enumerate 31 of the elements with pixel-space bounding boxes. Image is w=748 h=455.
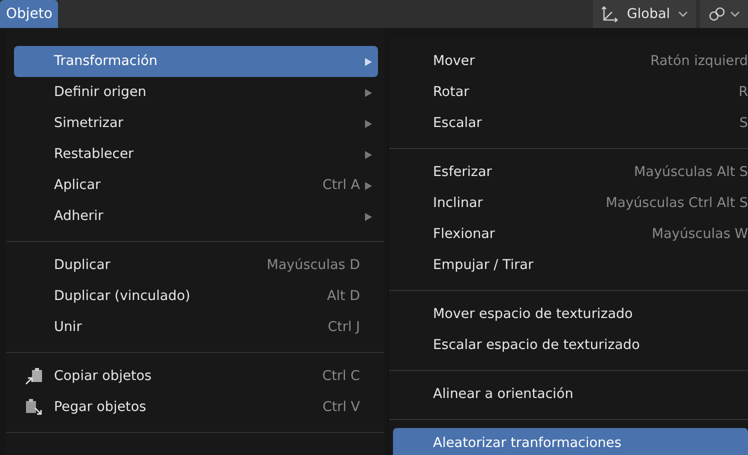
menu-item[interactable]: Transformación — [14, 46, 378, 77]
menu-item[interactable]: Alinear a orientación — [393, 379, 748, 410]
menu-item[interactable]: Copiar objetos Ctrl C — [14, 361, 378, 392]
menu-item[interactable]: Aplicar Ctrl A — [14, 170, 378, 201]
menu-item[interactable]: Rotar R — [393, 77, 748, 108]
menu-item[interactable]: Duplicar Mayúsculas D — [14, 250, 378, 281]
menu-item[interactable]: Pegar objetos Ctrl V — [14, 392, 378, 423]
menu-item[interactable]: Empujar / Tirar — [393, 250, 748, 281]
chevron-down-icon — [678, 10, 688, 18]
menu-item[interactable]: Unir Ctrl J — [14, 312, 378, 343]
menu-item[interactable]: Aleatorizar tranformaciones — [393, 428, 748, 455]
menu-item[interactable]: Inclinar Mayúsculas Ctrl Alt S — [393, 188, 748, 219]
menu-item[interactable]: Escalar espacio de texturizado — [393, 330, 748, 361]
menu-item[interactable]: Mover espacio de texturizado — [393, 299, 748, 330]
orientation-dropdown[interactable]: Global — [592, 0, 696, 28]
paste-icon — [24, 398, 44, 416]
menu-item[interactable]: Mover Ratón izquierd — [393, 46, 748, 77]
axes-icon — [600, 5, 619, 23]
menu-item[interactable]: Esferizar Mayúsculas Alt S — [393, 157, 748, 188]
menu-item[interactable]: Adherir — [14, 201, 378, 232]
link-icon — [708, 5, 726, 23]
menu-item[interactable]: Simetrizar — [14, 108, 378, 139]
object-menu-button[interactable]: Objeto — [0, 0, 58, 28]
menu-item[interactable]: Escalar S — [393, 108, 748, 139]
menu-item[interactable]: Duplicar (vinculado) Alt D — [14, 281, 378, 312]
snapping-dropdown[interactable] — [700, 0, 748, 28]
menu-item[interactable]: Flexionar Mayúsculas W — [393, 219, 748, 250]
menu-item[interactable]: Restablecer — [14, 139, 378, 170]
chevron-down-icon — [730, 10, 740, 18]
copy-icon — [24, 368, 44, 386]
menu-item[interactable]: Definir origen — [14, 77, 378, 108]
